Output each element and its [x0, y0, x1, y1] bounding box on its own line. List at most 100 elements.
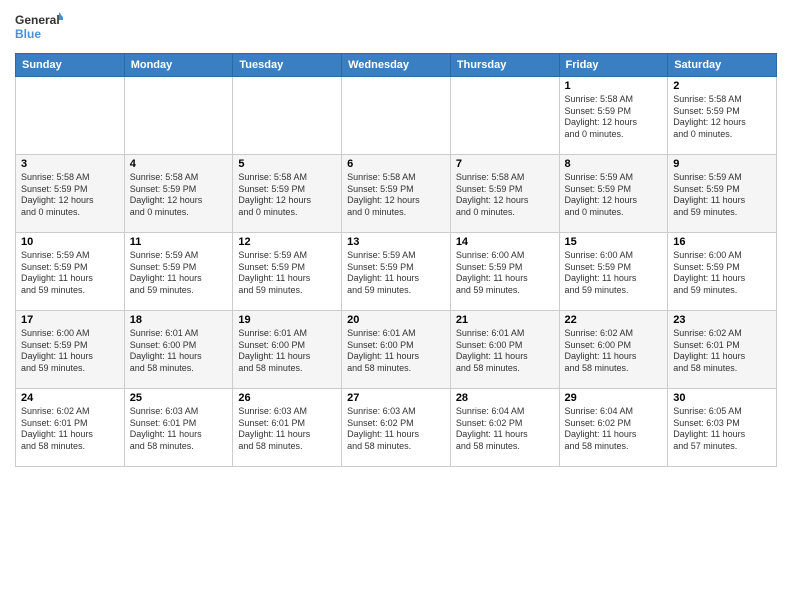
day-number: 29: [565, 392, 663, 404]
calendar-week-2: 3 Sunrise: 5:58 AM Sunset: 5:59 PM Daylig…: [16, 155, 777, 233]
day-info: Sunrise: 5:59 AM Sunset: 5:59 PM Dayligh…: [565, 172, 663, 219]
day-number: 5: [238, 158, 336, 170]
calendar-cell: 29 Sunrise: 6:04 AM Sunset: 6:02 PM Dayli…: [559, 389, 668, 467]
calendar-cell: 1 Sunrise: 5:58 AM Sunset: 5:59 PM Daylig…: [559, 77, 668, 155]
day-number: 13: [347, 236, 445, 248]
day-info: Sunrise: 6:01 AM Sunset: 6:00 PM Dayligh…: [456, 328, 554, 375]
day-number: 9: [673, 158, 771, 170]
header: General Blue: [15, 10, 777, 45]
calendar-week-3: 10 Sunrise: 5:59 AM Sunset: 5:59 PM Dayli…: [16, 233, 777, 311]
day-number: 6: [347, 158, 445, 170]
day-info: Sunrise: 5:58 AM Sunset: 5:59 PM Dayligh…: [238, 172, 336, 219]
calendar-cell: 25 Sunrise: 6:03 AM Sunset: 6:01 PM Dayli…: [124, 389, 233, 467]
day-info: Sunrise: 6:02 AM Sunset: 6:00 PM Dayligh…: [565, 328, 663, 375]
calendar-cell: 24 Sunrise: 6:02 AM Sunset: 6:01 PM Dayli…: [16, 389, 125, 467]
calendar-cell: 7 Sunrise: 5:58 AM Sunset: 5:59 PM Daylig…: [450, 155, 559, 233]
day-number: 19: [238, 314, 336, 326]
day-number: 20: [347, 314, 445, 326]
calendar-header-tuesday: Tuesday: [233, 54, 342, 77]
calendar-cell: [342, 77, 451, 155]
day-info: Sunrise: 6:05 AM Sunset: 6:03 PM Dayligh…: [673, 406, 771, 453]
day-number: 2: [673, 80, 771, 92]
calendar-cell: 17Sunrise: 6:00 AM Sunset: 5:59 PM Dayli…: [16, 311, 125, 389]
day-number: 28: [456, 392, 554, 404]
calendar-cell: 19 Sunrise: 6:01 AM Sunset: 6:00 PM Dayli…: [233, 311, 342, 389]
logo-svg: General Blue: [15, 10, 63, 45]
calendar-header-row: SundayMondayTuesdayWednesdayThursdayFrid…: [16, 54, 777, 77]
calendar-cell: 8 Sunrise: 5:59 AM Sunset: 5:59 PM Daylig…: [559, 155, 668, 233]
day-number: 27: [347, 392, 445, 404]
calendar-cell: 6 Sunrise: 5:58 AM Sunset: 5:59 PM Daylig…: [342, 155, 451, 233]
day-info: Sunrise: 6:01 AM Sunset: 6:00 PM Dayligh…: [347, 328, 445, 375]
day-number: 3: [21, 158, 119, 170]
day-info: Sunrise: 6:02 AM Sunset: 6:01 PM Dayligh…: [673, 328, 771, 375]
day-info: Sunrise: 6:00 AM Sunset: 5:59 PM Dayligh…: [565, 250, 663, 297]
day-info: Sunrise: 5:58 AM Sunset: 5:59 PM Dayligh…: [673, 94, 771, 141]
calendar-header-saturday: Saturday: [668, 54, 777, 77]
calendar-cell: 10 Sunrise: 5:59 AM Sunset: 5:59 PM Dayli…: [16, 233, 125, 311]
day-info: Sunrise: 5:58 AM Sunset: 5:59 PM Dayligh…: [565, 94, 663, 141]
calendar-cell: 28 Sunrise: 6:04 AM Sunset: 6:02 PM Dayli…: [450, 389, 559, 467]
day-info: Sunrise: 5:58 AM Sunset: 5:59 PM Dayligh…: [347, 172, 445, 219]
day-info: Sunrise: 6:04 AM Sunset: 6:02 PM Dayligh…: [456, 406, 554, 453]
calendar-header-monday: Monday: [124, 54, 233, 77]
calendar-cell: 20 Sunrise: 6:01 AM Sunset: 6:00 PM Dayli…: [342, 311, 451, 389]
calendar-cell: 15 Sunrise: 6:00 AM Sunset: 5:59 PM Dayli…: [559, 233, 668, 311]
day-info: Sunrise: 5:59 AM Sunset: 5:59 PM Dayligh…: [130, 250, 228, 297]
calendar-cell: [124, 77, 233, 155]
day-number: 7: [456, 158, 554, 170]
svg-text:General: General: [15, 13, 60, 27]
day-info: Sunrise: 5:58 AM Sunset: 5:59 PM Dayligh…: [456, 172, 554, 219]
day-number: 12: [238, 236, 336, 248]
calendar: SundayMondayTuesdayWednesdayThursdayFrid…: [15, 53, 777, 467]
day-info: Sunrise: 6:03 AM Sunset: 6:01 PM Dayligh…: [238, 406, 336, 453]
calendar-cell: 30Sunrise: 6:05 AM Sunset: 6:03 PM Dayli…: [668, 389, 777, 467]
day-info: Sunrise: 6:01 AM Sunset: 6:00 PM Dayligh…: [238, 328, 336, 375]
calendar-header-friday: Friday: [559, 54, 668, 77]
calendar-header-sunday: Sunday: [16, 54, 125, 77]
calendar-cell: 11 Sunrise: 5:59 AM Sunset: 5:59 PM Dayli…: [124, 233, 233, 311]
calendar-cell: 18Sunrise: 6:01 AM Sunset: 6:00 PM Dayli…: [124, 311, 233, 389]
day-number: 25: [130, 392, 228, 404]
day-number: 26: [238, 392, 336, 404]
day-number: 24: [21, 392, 119, 404]
calendar-cell: [233, 77, 342, 155]
day-number: 23: [673, 314, 771, 326]
day-info: Sunrise: 6:03 AM Sunset: 6:01 PM Dayligh…: [130, 406, 228, 453]
calendar-cell: 27 Sunrise: 6:03 AM Sunset: 6:02 PM Dayli…: [342, 389, 451, 467]
calendar-cell: 12Sunrise: 5:59 AM Sunset: 5:59 PM Dayli…: [233, 233, 342, 311]
svg-text:Blue: Blue: [15, 27, 41, 41]
day-number: 21: [456, 314, 554, 326]
calendar-cell: 22 Sunrise: 6:02 AM Sunset: 6:00 PM Dayli…: [559, 311, 668, 389]
day-info: Sunrise: 5:58 AM Sunset: 5:59 PM Dayligh…: [130, 172, 228, 219]
calendar-cell: [16, 77, 125, 155]
day-number: 15: [565, 236, 663, 248]
day-number: 8: [565, 158, 663, 170]
calendar-cell: 16Sunrise: 6:00 AM Sunset: 5:59 PM Dayli…: [668, 233, 777, 311]
day-info: Sunrise: 5:59 AM Sunset: 5:59 PM Dayligh…: [21, 250, 119, 297]
day-info: Sunrise: 5:58 AM Sunset: 5:59 PM Dayligh…: [21, 172, 119, 219]
day-info: Sunrise: 6:00 AM Sunset: 5:59 PM Dayligh…: [673, 250, 771, 297]
calendar-week-1: 1 Sunrise: 5:58 AM Sunset: 5:59 PM Daylig…: [16, 77, 777, 155]
calendar-week-5: 24 Sunrise: 6:02 AM Sunset: 6:01 PM Dayli…: [16, 389, 777, 467]
day-info: Sunrise: 6:00 AM Sunset: 5:59 PM Dayligh…: [21, 328, 119, 375]
day-info: Sunrise: 6:00 AM Sunset: 5:59 PM Dayligh…: [456, 250, 554, 297]
calendar-cell: 4Sunrise: 5:58 AM Sunset: 5:59 PM Daylig…: [124, 155, 233, 233]
day-info: Sunrise: 6:03 AM Sunset: 6:02 PM Dayligh…: [347, 406, 445, 453]
day-number: 10: [21, 236, 119, 248]
day-number: 1: [565, 80, 663, 92]
day-info: Sunrise: 6:02 AM Sunset: 6:01 PM Dayligh…: [21, 406, 119, 453]
day-number: 14: [456, 236, 554, 248]
day-info: Sunrise: 6:04 AM Sunset: 6:02 PM Dayligh…: [565, 406, 663, 453]
day-info: Sunrise: 6:01 AM Sunset: 6:00 PM Dayligh…: [130, 328, 228, 375]
page: General Blue SundayMondayTuesdayWednesda…: [0, 0, 792, 612]
day-number: 11: [130, 236, 228, 248]
calendar-week-4: 17Sunrise: 6:00 AM Sunset: 5:59 PM Dayli…: [16, 311, 777, 389]
day-number: 22: [565, 314, 663, 326]
calendar-cell: 13Sunrise: 5:59 AM Sunset: 5:59 PM Dayli…: [342, 233, 451, 311]
calendar-cell: 14 Sunrise: 6:00 AM Sunset: 5:59 PM Dayli…: [450, 233, 559, 311]
calendar-cell: 3 Sunrise: 5:58 AM Sunset: 5:59 PM Daylig…: [16, 155, 125, 233]
calendar-cell: 5 Sunrise: 5:58 AM Sunset: 5:59 PM Daylig…: [233, 155, 342, 233]
calendar-header-thursday: Thursday: [450, 54, 559, 77]
logo: General Blue: [15, 10, 63, 45]
